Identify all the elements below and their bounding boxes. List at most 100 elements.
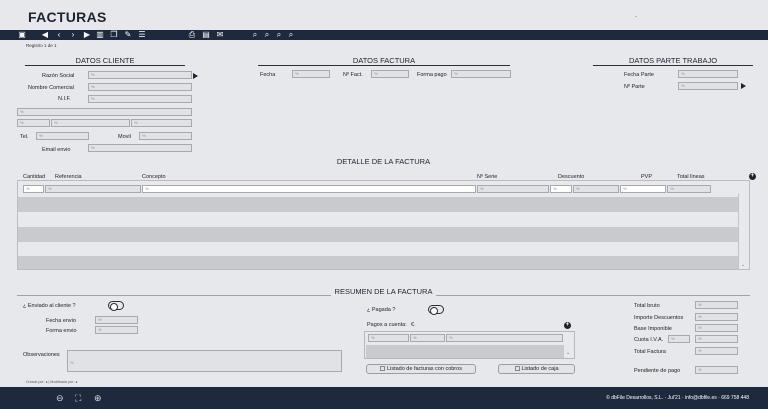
fecha-envio-field[interactable]: % xyxy=(95,316,138,324)
enviado-toggle[interactable] xyxy=(108,301,124,311)
pendiente-field[interactable]: % xyxy=(695,366,738,374)
n-parte-label: Nº Parte xyxy=(624,84,645,90)
page-title: FACTURAS xyxy=(28,9,107,25)
descuento-filter[interactable]: % xyxy=(550,185,572,193)
descuento2-filter[interactable]: % xyxy=(573,185,619,193)
edit-icon[interactable]: ✎ xyxy=(123,30,133,40)
province-field[interactable]: % xyxy=(131,119,192,127)
copy-icon[interactable]: ❐ xyxy=(109,30,119,40)
city-field[interactable]: % xyxy=(51,119,130,127)
copyright-text: © dbFile Desarrollos, S.L. · Jul'21 · in… xyxy=(606,395,749,401)
fecha-label: Fecha xyxy=(260,72,276,78)
record-counter: Registro 1 de 1 xyxy=(26,43,57,48)
trash-icon[interactable]: ▥ xyxy=(95,30,105,40)
total-factura-field[interactable]: % xyxy=(695,347,738,355)
zoom-in-icon[interactable]: ⊕ xyxy=(94,393,102,404)
email-label: Email envio xyxy=(42,147,71,153)
pago-importe-field[interactable]: % xyxy=(410,334,445,342)
nombre-comercial-field[interactable]: % xyxy=(88,83,192,91)
pvp-filter[interactable]: % xyxy=(620,185,666,193)
total-factura-label: Total Factura xyxy=(634,349,666,355)
tel-field[interactable]: % xyxy=(36,132,89,140)
nserie-filter[interactable]: % xyxy=(477,185,549,193)
fecha-parte-label: Fecha Parte xyxy=(624,72,654,78)
email-field[interactable]: % xyxy=(88,144,192,152)
datos-cliente-title: DATOS CLIENTE xyxy=(75,56,135,65)
play-icon[interactable] xyxy=(741,83,746,89)
table-row[interactable] xyxy=(18,227,739,242)
table-row[interactable] xyxy=(18,197,739,212)
fecha-parte-field[interactable]: % xyxy=(678,70,738,78)
datos-factura-title: DATOS FACTURA xyxy=(352,56,416,65)
search-icon[interactable]: ⌕ xyxy=(262,30,272,40)
base-imponible-label: Base Imponible xyxy=(634,326,672,332)
grid-scrollbar[interactable]: ⌄ xyxy=(738,194,749,270)
total-bruto-label: Total bruto xyxy=(634,303,660,309)
forma-pago-label: Forma pago xyxy=(417,72,447,78)
play-icon[interactable] xyxy=(193,73,198,79)
nfact-label: Nº Fact. xyxy=(343,72,363,78)
prev-record-icon[interactable]: ‹ xyxy=(54,30,64,40)
pago-concepto-field[interactable]: % xyxy=(446,334,563,342)
footer: ⊖ ⛶ ⊕ © dbFile Desarrollos, S.L. · Jul'2… xyxy=(0,387,768,409)
search-icon[interactable]: ⌕ xyxy=(274,30,284,40)
postal-code-field[interactable]: % xyxy=(17,119,50,127)
list-icon xyxy=(514,365,520,371)
search-icon[interactable]: ⌕ xyxy=(286,30,296,40)
nfact-field[interactable]: % xyxy=(371,70,409,78)
divider xyxy=(593,65,753,66)
address-field[interactable]: % xyxy=(17,108,192,116)
cuota-iva-field[interactable]: % xyxy=(695,335,738,343)
iva-percent-field[interactable]: % xyxy=(668,335,690,343)
fecha-envio-label: Fecha envio xyxy=(46,318,76,324)
nombre-comercial-label: Nombre Comercial xyxy=(28,85,74,91)
divider xyxy=(25,65,185,66)
print-icon[interactable]: ⎙ xyxy=(187,30,197,40)
concepto-filter[interactable]: % xyxy=(142,185,476,193)
list-icon xyxy=(380,365,386,371)
detail-grid: % % % % % % % % ⌄ xyxy=(17,180,750,270)
referencia-filter[interactable]: % xyxy=(45,185,141,193)
fit-screen-icon[interactable]: ⛶ xyxy=(75,393,81,404)
observaciones-label: Observaciones xyxy=(23,352,60,358)
table-row[interactable] xyxy=(366,345,564,358)
base-imponible-field[interactable]: % xyxy=(695,324,738,332)
movil-field[interactable]: % xyxy=(139,132,192,140)
chevron-down-icon[interactable]: ⌄ xyxy=(741,262,745,268)
fecha-field[interactable]: % xyxy=(292,70,330,78)
cantidad-filter[interactable]: % xyxy=(23,185,44,193)
observaciones-field[interactable]: % xyxy=(67,350,342,372)
add-line-icon[interactable]: + xyxy=(749,173,756,180)
pago-fecha-field[interactable]: % xyxy=(368,334,409,342)
n-parte-field[interactable]: % xyxy=(678,82,738,90)
window-icon[interactable]: ▣ xyxy=(17,30,27,40)
table-row[interactable] xyxy=(18,256,739,269)
first-record-icon[interactable]: ◀ xyxy=(40,30,50,40)
toolbar: ▣ ◀ ‹ › ▶ ▥ ❐ ✎ ☰ ⎙ ▤ ✉ ⌕ ⌕ ⌕ ⌕ xyxy=(0,30,768,40)
search-icon[interactable]: ⌕ xyxy=(250,30,260,40)
document-icon[interactable]: ▤ xyxy=(201,30,211,40)
total-bruto-field[interactable]: % xyxy=(695,301,738,309)
listado-facturas-label: Listado de facturas con cobros xyxy=(387,366,462,372)
pagos-grid: % % % ⌄ xyxy=(364,331,575,359)
listado-facturas-button[interactable]: Listado de facturas con cobros xyxy=(366,364,476,374)
last-record-icon[interactable]: ▶ xyxy=(82,30,92,40)
email-icon[interactable]: ✉ xyxy=(215,30,225,40)
detalle-title-wrap: DETALLE DE LA FACTURA xyxy=(17,157,750,166)
nif-label: N.I.F. xyxy=(58,96,71,102)
zoom-out-icon[interactable]: ⊖ xyxy=(56,393,64,404)
importe-descuentos-field[interactable]: % xyxy=(695,313,738,321)
total-lineas-filter[interactable]: % xyxy=(667,185,711,193)
razon-social-field[interactable]: % xyxy=(88,71,192,79)
add-pago-icon[interactable]: + xyxy=(564,322,571,329)
pagada-toggle[interactable] xyxy=(428,305,444,315)
nif-field[interactable]: % xyxy=(88,95,192,103)
pagos-currency: €. xyxy=(411,322,416,328)
listado-caja-button[interactable]: Listado de caja xyxy=(498,364,575,374)
tel-label: Tel. xyxy=(20,134,29,140)
forma-pago-field[interactable]: % xyxy=(451,70,511,78)
list-icon[interactable]: ☰ xyxy=(137,30,147,40)
next-record-icon[interactable]: › xyxy=(68,30,78,40)
forma-envio-field[interactable]: % xyxy=(95,326,138,334)
chevron-down-icon[interactable]: ⌄ xyxy=(566,350,570,356)
